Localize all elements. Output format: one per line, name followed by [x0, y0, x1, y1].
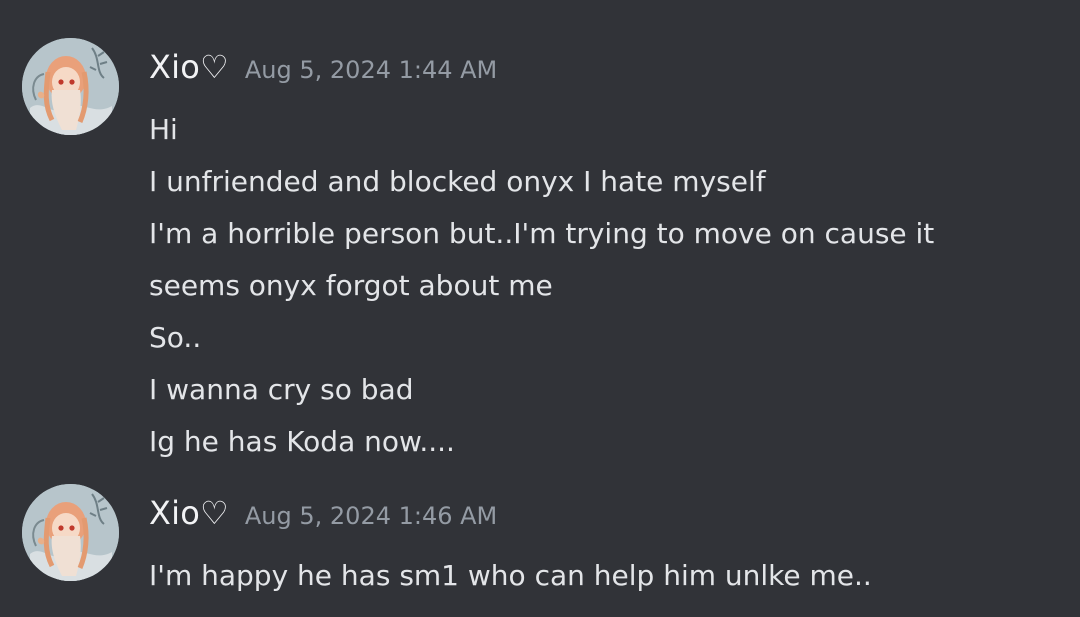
message-line: Ig he has Koda now....: [149, 425, 455, 458]
avatar[interactable]: [22, 38, 119, 135]
username[interactable]: Xio♡: [149, 494, 229, 532]
message-content: Hi I unfriended and blocked onyx I hate …: [149, 104, 1049, 468]
message-header: Xio♡ Aug 5, 2024 1:46 AM: [149, 494, 497, 538]
anime-avatar-icon: [22, 484, 119, 581]
avatar[interactable]: [22, 484, 119, 581]
message-line: I wanna cry so bad: [149, 373, 414, 406]
username[interactable]: Xio♡: [149, 48, 229, 86]
message-line: Hi: [149, 113, 178, 146]
message-line: I'm a horrible person but..I'm trying to…: [149, 217, 935, 250]
timestamp[interactable]: Aug 5, 2024 1:46 AM: [245, 502, 497, 530]
message-line: So..: [149, 321, 202, 354]
message-header: Xio♡ Aug 5, 2024 1:44 AM: [149, 48, 497, 92]
anime-avatar-icon: [22, 38, 119, 135]
message-line: I unfriended and blocked onyx I hate mys…: [149, 165, 766, 198]
timestamp[interactable]: Aug 5, 2024 1:44 AM: [245, 56, 497, 84]
message-content: I'm happy he has sm1 who can help him un…: [149, 550, 1049, 602]
message-line: seems onyx forgot about me: [149, 269, 553, 302]
message-line: I'm happy he has sm1 who can help him un…: [149, 559, 872, 592]
